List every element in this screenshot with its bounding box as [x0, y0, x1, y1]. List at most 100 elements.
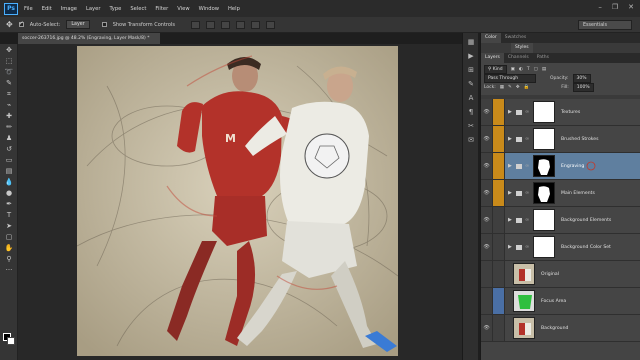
visibility-eye-icon[interactable]: [481, 288, 493, 314]
layer-row-main-elements[interactable]: 👁 ▶ ∞ Main Elements: [481, 180, 640, 207]
layer-row-focus-area[interactable]: Focus Area: [481, 288, 640, 315]
layer-name[interactable]: Brushed Strokes: [561, 137, 599, 142]
layer-name[interactable]: Background Color Set: [561, 245, 611, 250]
menu-type[interactable]: Type: [109, 6, 121, 12]
layer-name[interactable]: Original: [541, 272, 559, 277]
expand-arrow-icon[interactable]: ▶: [508, 190, 514, 196]
eraser-tool-icon[interactable]: ▭: [4, 155, 14, 165]
mask-link-icon[interactable]: ∞: [525, 217, 529, 223]
align-middle-button[interactable]: [205, 20, 215, 29]
actions-panel-icon[interactable]: ▶: [466, 51, 476, 61]
fill-input[interactable]: 100%: [572, 83, 594, 92]
align-top-button[interactable]: [190, 20, 200, 29]
expand-arrow-icon[interactable]: ▶: [508, 217, 514, 223]
notes-panel-icon[interactable]: ✉: [466, 135, 476, 145]
tools-preset-icon[interactable]: ✂: [466, 121, 476, 131]
filter-type-icon[interactable]: T: [527, 67, 530, 72]
align-center-button[interactable]: [250, 20, 260, 29]
tab-channels[interactable]: Channels: [504, 53, 533, 63]
menu-file[interactable]: File: [24, 6, 33, 12]
filter-pixel-icon[interactable]: ▣: [511, 67, 515, 72]
align-right-button[interactable]: [265, 20, 275, 29]
layer-name[interactable]: Engraving: [561, 164, 584, 169]
workspace-dropdown[interactable]: Essentials: [578, 20, 632, 30]
menu-image[interactable]: Image: [61, 6, 77, 12]
filter-kind-dropdown[interactable]: ⚲ Kind: [484, 65, 507, 74]
minimize-icon[interactable]: –: [598, 3, 602, 11]
layer-name[interactable]: Main Elements: [561, 191, 595, 196]
background-color-swatch[interactable]: [7, 337, 15, 345]
dodge-tool-icon[interactable]: ●: [4, 188, 14, 198]
filter-adjust-icon[interactable]: ◐: [519, 67, 523, 72]
layer-name[interactable]: Focus Area: [541, 299, 566, 304]
lock-all-icon[interactable]: 🔒: [524, 85, 530, 90]
transform-controls-checkbox[interactable]: [101, 22, 107, 27]
menu-filter[interactable]: Filter: [155, 6, 168, 12]
history-panel-icon[interactable]: ▦: [466, 37, 476, 47]
layer-row-background[interactable]: 👁 Background: [481, 315, 640, 342]
brush-tool-icon[interactable]: ✏: [4, 122, 14, 132]
layer-row-engraving[interactable]: 👁 ▶ ∞ Engraving: [481, 153, 640, 180]
menu-help[interactable]: Help: [228, 6, 240, 12]
menu-window[interactable]: Window: [199, 6, 219, 12]
blur-tool-icon[interactable]: 💧: [4, 177, 14, 187]
align-left-button[interactable]: [235, 20, 245, 29]
expand-arrow-icon[interactable]: ▶: [508, 163, 514, 169]
layer-mask-thumbnail[interactable]: [533, 236, 555, 258]
quick-select-tool-icon[interactable]: ✎: [4, 78, 14, 88]
visibility-eye-icon[interactable]: 👁: [481, 234, 493, 260]
tab-swatches[interactable]: Swatches: [501, 33, 531, 43]
menu-view[interactable]: View: [177, 6, 189, 12]
visibility-eye-icon[interactable]: 👁: [481, 180, 493, 206]
document-tab[interactable]: soccer-263716.jpg @ 48.2% (Engraving, La…: [18, 33, 160, 44]
mask-link-icon[interactable]: ∞: [525, 163, 529, 169]
mask-link-icon[interactable]: ∞: [525, 109, 529, 115]
filter-smart-icon[interactable]: ▤: [542, 67, 546, 72]
layer-thumbnail[interactable]: [513, 263, 535, 285]
type-tool-icon[interactable]: T: [4, 210, 14, 220]
history-brush-tool-icon[interactable]: ↺: [4, 144, 14, 154]
more-tools-icon[interactable]: ···: [4, 265, 14, 275]
visibility-eye-icon[interactable]: [481, 261, 493, 287]
layer-mask-thumbnail[interactable]: [533, 101, 555, 123]
layer-thumbnail[interactable]: [513, 290, 535, 312]
expand-arrow-icon[interactable]: ▶: [508, 109, 514, 115]
crop-tool-icon[interactable]: ⌗: [4, 89, 14, 99]
expand-arrow-icon[interactable]: ▶: [508, 136, 514, 142]
auto-select-checkbox[interactable]: [18, 20, 24, 27]
character-panel-icon[interactable]: A: [466, 93, 476, 103]
mask-link-icon[interactable]: ∞: [525, 190, 529, 196]
layer-row-textures[interactable]: 👁 ▶ ∞ Textures: [481, 99, 640, 126]
mask-link-icon[interactable]: ∞: [525, 244, 529, 250]
layer-name[interactable]: Textures: [561, 110, 580, 115]
filter-shape-icon[interactable]: ▢: [534, 67, 538, 72]
properties-panel-icon[interactable]: ⊞: [466, 65, 476, 75]
artwork-image[interactable]: M: [77, 46, 398, 356]
lock-move-icon[interactable]: ✥: [516, 85, 520, 90]
lock-paint-icon[interactable]: ✎: [508, 85, 512, 90]
mask-link-icon[interactable]: ∞: [525, 136, 529, 142]
layer-name[interactable]: Background: [541, 326, 568, 331]
stamp-tool-icon[interactable]: ♟: [4, 133, 14, 143]
lasso-tool-icon[interactable]: ➰: [4, 67, 14, 77]
visibility-eye-icon[interactable]: 👁: [481, 153, 493, 179]
layer-mask-thumbnail[interactable]: [533, 155, 555, 177]
path-select-tool-icon[interactable]: ➤: [4, 221, 14, 231]
visibility-eye-icon[interactable]: 👁: [481, 207, 493, 233]
layer-name[interactable]: Background Elements: [561, 218, 611, 223]
tab-adjustments[interactable]: [481, 43, 511, 53]
menu-edit[interactable]: Edit: [42, 6, 52, 12]
marquee-tool-icon[interactable]: ⬚: [4, 56, 14, 66]
brush-panel-icon[interactable]: ✎: [466, 79, 476, 89]
layer-row-background-elements[interactable]: 👁 ▶ ∞ Background Elements: [481, 207, 640, 234]
move-tool-icon[interactable]: ✥: [6, 20, 13, 29]
shape-tool-icon[interactable]: ▢: [4, 232, 14, 242]
expand-arrow-icon[interactable]: ▶: [508, 244, 514, 250]
visibility-eye-icon[interactable]: 👁: [481, 315, 493, 341]
menu-select[interactable]: Select: [130, 6, 146, 12]
auto-select-dropdown[interactable]: Layer: [66, 20, 90, 29]
blend-mode-dropdown[interactable]: Pass Through: [484, 74, 536, 83]
layer-row-brushed-strokes[interactable]: 👁 ▶ ∞ Brushed Strokes: [481, 126, 640, 153]
menu-layer[interactable]: Layer: [86, 6, 100, 12]
opacity-input[interactable]: 30%: [572, 74, 591, 83]
